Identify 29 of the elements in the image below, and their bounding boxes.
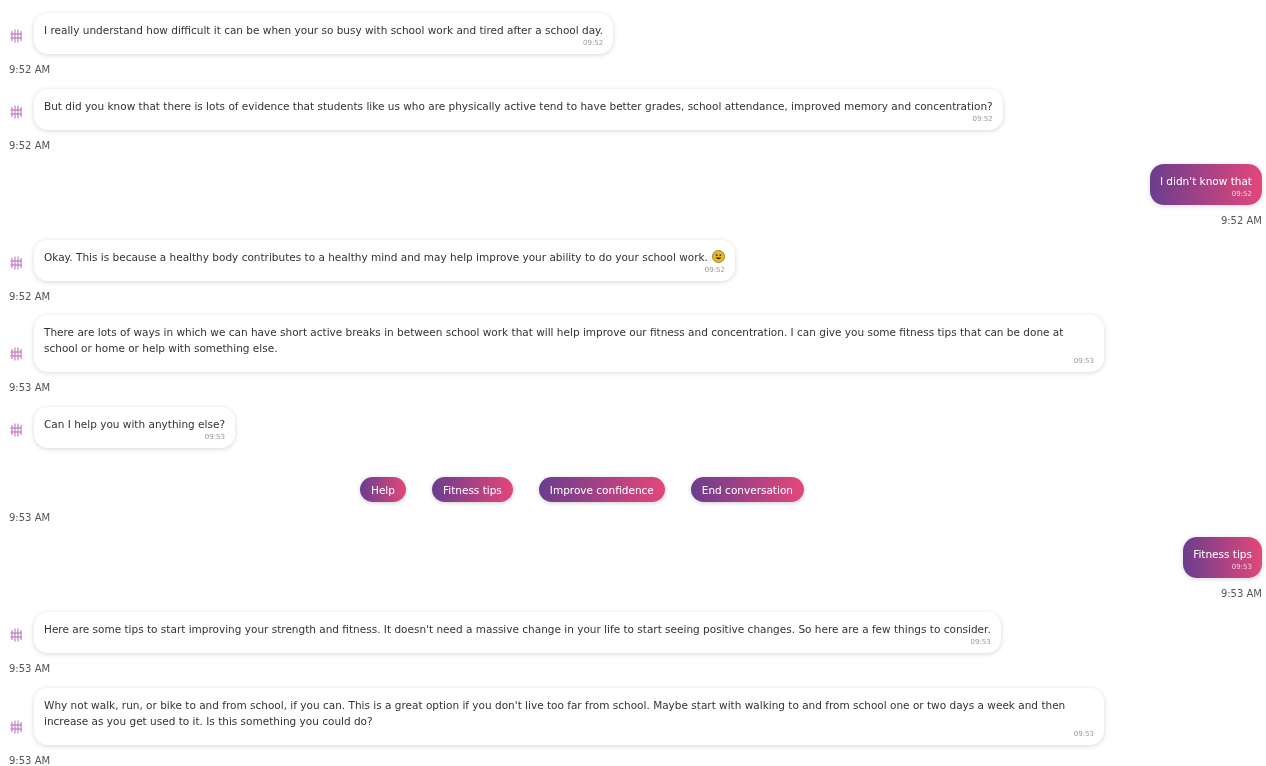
message-text: But did you know that there is lots of evidence that students like us who are physically active tend to have better grades, school attendance, improved memory and concentration? [44,98,993,114]
message-text: I really understand how difficult it can be when your so busy with school work and tired after a school day. [44,23,604,38]
bot-logo-icon [9,254,23,271]
quick-reply-button[interactable]: End conversation [690,477,804,502]
message-time: 9:52 AM [9,139,51,152]
message-time: 9:52 AM [9,64,51,76]
bot-logo-icon [9,346,23,362]
message-time: 9:53 AM [9,512,51,524]
message-time: 9:53 AM [9,663,51,675]
message-time: 9:53 AM [9,382,51,394]
quick-reply-button[interactable]: Fitness tips [431,477,513,502]
quick-reply-button[interactable]: Help [360,477,406,502]
bot-logo-icon [9,103,23,120]
message-text: There are lots of ways in which we can have short active breaks in between school work that will help improve our fitness and concentration. I can give you some fitness tips that can be done at school or home or help with something else. [44,325,1065,356]
message-text: Okay. This is because a healthy body contributes to a healthy mind and may help improve your ability to do your school work. [44,249,708,265]
message-time: 9:53 AM [9,754,51,766]
bot-logo-icon [9,627,23,643]
bot-logo-icon [9,421,23,438]
message-time: 9:52 AM [1220,215,1262,227]
quick-reply-button[interactable]: Improve confidence [538,477,665,502]
message-text: I didn't know that [1159,174,1252,189]
message-time: 9:52 AM [9,290,51,303]
message-text: Here are some tips to start improving your strength and fitness. It doesn't need a massive change in your life to start seeing positive changes. So here are a few things to consider. [44,622,991,637]
message-time: 9:53 AM [1220,587,1262,600]
bot-logo-icon [9,718,23,735]
message-text: Fitness tips [1193,546,1252,562]
message-text: Can I help you with anything else? [44,416,225,432]
bot-logo-icon [9,28,23,44]
message-text: Why not walk, run, or bike to and from school, if you can. This is a great option if you don't live too far from school. Maybe start with walking to and from school one or two days a week and then increase as you get used to it. Is this something you could do? [44,697,1067,729]
